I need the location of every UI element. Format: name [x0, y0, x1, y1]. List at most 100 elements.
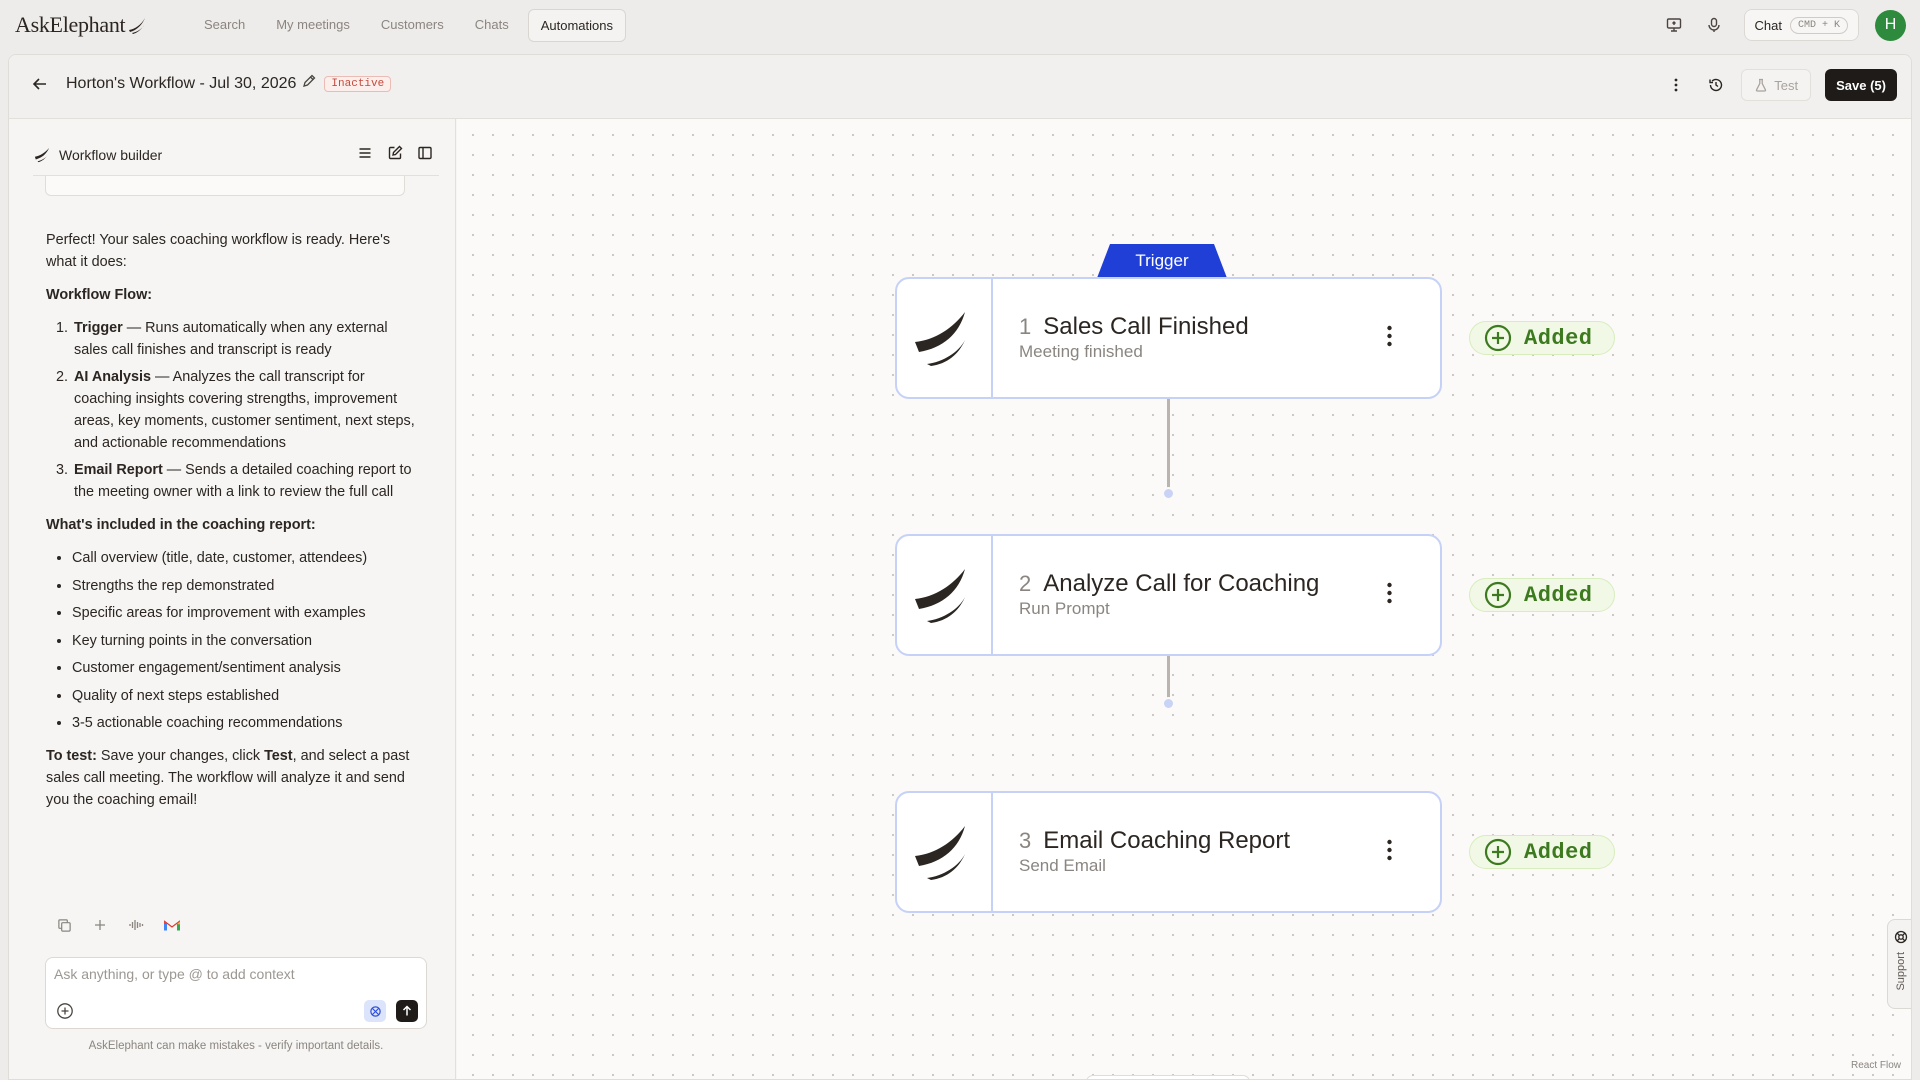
- disclaimer-text: AskElephant can make mistakes - verify i…: [88, 1040, 384, 1052]
- audio-waveform-icon[interactable]: [125, 914, 147, 936]
- support-label: Support: [1894, 952, 1907, 991]
- added-badge: Added: [1469, 578, 1615, 612]
- workflow-builder-sidebar: Workflow builder Perfect! Your sales coa…: [9, 119, 456, 1079]
- sidebar-title: Workflow builder: [59, 147, 163, 163]
- canvas-toolbar: [1086, 1075, 1250, 1079]
- added-badge-label: Added: [1524, 839, 1593, 865]
- gmail-icon[interactable]: [161, 914, 183, 936]
- save-button[interactable]: Save (5): [1825, 69, 1897, 101]
- previous-message-box: [45, 176, 405, 196]
- connector-line: [1167, 385, 1170, 495]
- header-actions: Test Save (5): [1661, 69, 1897, 101]
- added-badge: Added: [1469, 321, 1615, 355]
- message-actions: [53, 914, 183, 936]
- step-name: Trigger: [74, 320, 123, 336]
- elephant-tusk-icon: [129, 18, 146, 34]
- workflow-title-group: Horton's Workflow - Jul 30, 2026 Inactiv…: [66, 74, 392, 93]
- workflow-steps-list: Trigger — Runs automatically when any ex…: [46, 317, 421, 503]
- plus-circle-icon: [1484, 838, 1512, 866]
- send-arrow-icon[interactable]: [396, 1000, 418, 1022]
- nav-tab-automations[interactable]: Automations: [527, 9, 626, 42]
- logo[interactable]: AskElephant: [15, 12, 147, 38]
- pencil-icon[interactable]: [302, 74, 316, 93]
- added-badge-label: Added: [1524, 325, 1593, 351]
- list-item: Key turning points in the conversation: [72, 630, 421, 652]
- chat-shortcut-badge: CMD + K: [1789, 16, 1848, 34]
- panel-toggle-icon[interactable]: [417, 145, 433, 166]
- model-selector-icon[interactable]: [364, 1000, 386, 1022]
- plus-icon[interactable]: [89, 914, 111, 936]
- list-item: Strengths the rep demonstrated: [72, 575, 421, 597]
- node-body: 1 Sales Call Finished Meeting finished: [993, 279, 1440, 397]
- status-badge: Inactive: [324, 75, 392, 92]
- node-title: Analyze Call for Coaching: [1043, 570, 1320, 597]
- main-nav-tabs: Search My meetings Customers Chats Autom…: [192, 9, 633, 42]
- added-badge-label: Added: [1524, 582, 1593, 608]
- node-handle[interactable]: [1162, 697, 1175, 710]
- add-context-icon[interactable]: [56, 1002, 74, 1025]
- elephant-tusk-icon: [34, 147, 50, 163]
- workflow-header: Horton's Workflow - Jul 30, 2026 Inactiv…: [9, 55, 1911, 119]
- flask-icon: [1756, 78, 1767, 92]
- chat-button-label: Chat: [1754, 17, 1782, 33]
- node-body: 2 Analyze Call for Coaching Run Prompt: [993, 536, 1440, 654]
- sidebar-header-actions: [357, 145, 433, 166]
- nav-tab-customers[interactable]: Customers: [369, 9, 456, 42]
- flow-heading: Workflow Flow:: [46, 287, 153, 303]
- test-instructions-text: Save your changes, click: [96, 748, 265, 764]
- message-intro: Perfect! Your sales coaching workflow is…: [46, 232, 391, 270]
- back-arrow-icon[interactable]: [31, 75, 49, 98]
- chat-button[interactable]: Chat CMD + K: [1743, 9, 1859, 41]
- elephant-tusk-icon: [897, 536, 993, 654]
- node-menu-icon[interactable]: [1387, 325, 1392, 352]
- node-number: 1: [1019, 314, 1032, 339]
- history-icon[interactable]: [1701, 70, 1731, 100]
- workflow-node-sales-call-finished[interactable]: 1 Sales Call Finished Meeting finished: [895, 277, 1442, 399]
- node-number: 3: [1019, 828, 1032, 853]
- top-right-actions: Chat CMD + K H: [1658, 9, 1906, 41]
- node-handle[interactable]: [1162, 487, 1175, 500]
- step-name: Email Report: [74, 462, 163, 478]
- workflow-title[interactable]: Horton's Workflow - Jul 30, 2026: [66, 75, 296, 93]
- nav-tab-chats[interactable]: Chats: [463, 9, 521, 42]
- menu-list-icon[interactable]: [357, 145, 373, 166]
- test-button[interactable]: Test: [1741, 69, 1812, 101]
- node-menu-icon[interactable]: [1387, 839, 1392, 866]
- test-instructions-label: To test:: [46, 748, 97, 764]
- workflow-node-email-report[interactable]: 3 Email Coaching Report Send Email: [895, 791, 1442, 913]
- included-heading: What's included in the coaching report:: [46, 517, 316, 533]
- list-item: Customer engagement/sentiment analysis: [72, 657, 421, 679]
- node-menu-icon[interactable]: [1387, 582, 1392, 609]
- plus-circle-icon: [1484, 324, 1512, 352]
- step-name: AI Analysis: [74, 369, 152, 385]
- chat-input-box: [45, 957, 427, 1029]
- workflow-node-analyze-call[interactable]: 2 Analyze Call for Coaching Run Prompt: [895, 534, 1442, 656]
- plus-circle-icon: [1484, 581, 1512, 609]
- node-title: Email Coaching Report: [1043, 827, 1291, 854]
- nav-tab-search[interactable]: Search: [192, 9, 257, 42]
- copy-icon[interactable]: [53, 914, 75, 936]
- node-number: 2: [1019, 571, 1032, 596]
- sidebar-header: Workflow builder: [33, 141, 439, 169]
- test-instructions-bold: Test: [264, 748, 293, 764]
- user-avatar[interactable]: H: [1875, 9, 1906, 41]
- added-badge: Added: [1469, 835, 1615, 869]
- list-item: 3-5 actionable coaching recommendations: [72, 712, 421, 734]
- trigger-label: Trigger: [1097, 244, 1227, 278]
- nav-tab-my-meetings[interactable]: My meetings: [264, 9, 362, 42]
- list-item: Call overview (title, date, customer, at…: [72, 547, 421, 569]
- workflow-canvas[interactable]: Trigger 1 Sales Call Finished Meeting fin…: [457, 119, 1911, 1079]
- microphone-icon[interactable]: [1698, 9, 1730, 41]
- support-tab[interactable]: Support: [1887, 919, 1911, 1009]
- more-vertical-icon[interactable]: [1661, 70, 1691, 100]
- new-chat-edit-icon[interactable]: [387, 145, 403, 166]
- logo-text: AskElephant: [15, 12, 126, 37]
- lifebuoy-icon: [1894, 930, 1907, 944]
- included-list: Call overview (title, date, customer, at…: [46, 547, 421, 734]
- react-flow-attribution[interactable]: React Flow: [1851, 1060, 1901, 1071]
- screen-share-icon[interactable]: [1658, 9, 1690, 41]
- elephant-tusk-icon: [897, 279, 993, 397]
- chat-input[interactable]: [54, 966, 414, 982]
- assistant-message: Perfect! Your sales coaching workflow is…: [46, 229, 421, 822]
- node-body: 3 Email Coaching Report Send Email: [993, 793, 1440, 911]
